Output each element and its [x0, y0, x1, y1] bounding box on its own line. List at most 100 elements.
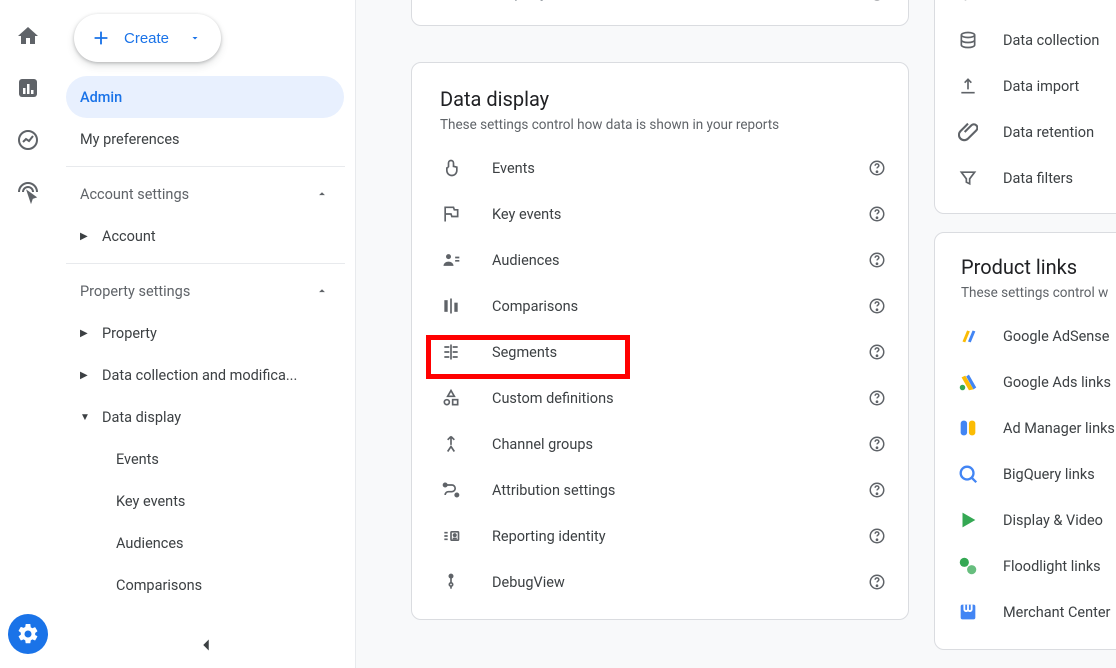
sidebar-item-data-display[interactable]: ▼ Data display — [66, 396, 345, 438]
row-segments[interactable]: Segments — [412, 329, 908, 375]
data-display-card: Data display These settings control how … — [411, 62, 909, 620]
row-events[interactable]: Events — [412, 145, 908, 191]
help-icon[interactable] — [868, 573, 886, 591]
help-icon[interactable] — [868, 205, 886, 223]
divider — [66, 263, 345, 264]
compare-icon — [440, 295, 462, 317]
row-merchant-center[interactable]: Merchant Center — [935, 589, 1116, 635]
row-comparisons[interactable]: Comparisons — [412, 283, 908, 329]
help-icon[interactable] — [868, 527, 886, 545]
card-description: These settings control how data is shown… — [412, 117, 908, 145]
row-label: Data retention — [1003, 124, 1106, 141]
sidebar-item-comparisons[interactable]: Comparisons — [66, 564, 345, 606]
trend-circle-icon[interactable] — [16, 128, 40, 152]
section-account-settings[interactable]: Account settings — [66, 173, 345, 215]
sidebar-item-label: Events — [116, 451, 159, 468]
database-icon — [957, 29, 979, 51]
ad-manager-icon — [957, 417, 979, 439]
nav-admin[interactable]: Admin — [66, 76, 344, 118]
help-icon[interactable] — [868, 389, 886, 407]
touch-icon — [440, 157, 462, 179]
row-display-video[interactable]: Display & Video — [935, 497, 1116, 543]
clip-icon — [957, 121, 979, 143]
help-icon[interactable] — [868, 481, 886, 499]
row-data-collection[interactable]: Data collection — [935, 17, 1116, 63]
sidebar-item-key-events[interactable]: Key events — [66, 480, 345, 522]
row-label: Reporting identity — [492, 528, 838, 545]
help-icon[interactable] — [868, 297, 886, 315]
help-icon[interactable] — [868, 159, 886, 177]
adsense-icon — [957, 325, 979, 347]
section-property-settings[interactable]: Property settings — [66, 270, 345, 312]
property-icon — [440, 0, 462, 4]
divider — [66, 166, 345, 167]
property-details-card: Property details — [411, 0, 909, 26]
flag-icon — [440, 203, 462, 225]
right-column: Data streams Data collection Data import… — [934, 0, 1116, 668]
help-icon[interactable] — [868, 0, 886, 2]
filter-icon — [957, 167, 979, 189]
data-card-right: Data streams Data collection Data import… — [934, 0, 1116, 214]
row-data-import[interactable]: Data import — [935, 63, 1116, 109]
collapse-sidebar-button[interactable] — [195, 634, 217, 656]
row-data-filters[interactable]: Data filters — [935, 155, 1116, 201]
settings-fab[interactable] — [8, 614, 48, 654]
row-label: Property details — [492, 0, 838, 2]
chevron-down-icon: ▼ — [80, 412, 90, 423]
row-reporting-identity[interactable]: Reporting identity — [412, 513, 908, 559]
merge-icon — [440, 433, 462, 455]
sidebar-item-events[interactable]: Events — [66, 438, 345, 480]
row-label: Floodlight links — [1003, 558, 1106, 575]
bar-chart-icon[interactable] — [16, 76, 40, 100]
row-label: Data collection — [1003, 32, 1106, 49]
help-icon[interactable] — [868, 251, 886, 269]
row-data-retention[interactable]: Data retention — [935, 109, 1116, 155]
row-label: Attribution settings — [492, 482, 838, 499]
google-ads-icon — [957, 371, 979, 393]
create-button[interactable]: Create — [74, 14, 221, 62]
row-bigquery[interactable]: BigQuery links — [935, 451, 1116, 497]
card-description: These settings control w — [935, 285, 1116, 313]
row-label: BigQuery links — [1003, 466, 1106, 483]
section-account-title: Account settings — [80, 186, 189, 203]
row-adsense[interactable]: Google AdSense — [935, 313, 1116, 359]
help-icon[interactable] — [868, 435, 886, 453]
create-label: Create — [124, 30, 169, 47]
sidebar-item-label: Audiences — [116, 535, 184, 552]
chevron-right-icon: ▶ — [80, 328, 90, 339]
nav-preferences[interactable]: My preferences — [66, 118, 344, 160]
row-label: Key events — [492, 206, 838, 223]
chevron-right-icon: ▶ — [80, 231, 90, 242]
row-google-ads[interactable]: Google Ads links — [935, 359, 1116, 405]
sidebar-item-property[interactable]: ▶ Property — [66, 312, 345, 354]
row-property-details[interactable]: Property details — [412, 0, 908, 15]
row-data-streams[interactable]: Data streams — [935, 0, 1116, 17]
sidebar-item-label: Comparisons — [116, 577, 202, 594]
row-label: Segments — [492, 344, 838, 361]
sidebar-item-account[interactable]: ▶ Account — [66, 215, 345, 257]
card-title: Product links — [935, 233, 1116, 285]
row-audiences[interactable]: Audiences — [412, 237, 908, 283]
row-label: Data import — [1003, 78, 1106, 95]
gear-icon — [16, 622, 40, 646]
row-floodlight[interactable]: Floodlight links — [935, 543, 1116, 589]
home-icon[interactable] — [16, 24, 40, 48]
sidebar-item-data-collection[interactable]: ▶ Data collection and modifica... — [66, 354, 345, 396]
chevron-up-icon — [315, 284, 329, 298]
target-cursor-icon[interactable] — [16, 180, 40, 204]
debug-icon — [440, 571, 462, 593]
row-custom-definitions[interactable]: Custom definitions — [412, 375, 908, 421]
row-label: DebugView — [492, 574, 838, 591]
bigquery-icon — [957, 463, 979, 485]
sidebar-item-label: Data collection and modifica... — [102, 367, 297, 384]
row-attribution[interactable]: Attribution settings — [412, 467, 908, 513]
help-icon[interactable] — [868, 343, 886, 361]
row-key-events[interactable]: Key events — [412, 191, 908, 237]
row-label: Display & Video — [1003, 512, 1106, 529]
floodlight-icon — [957, 555, 979, 577]
row-ad-manager[interactable]: Ad Manager links — [935, 405, 1116, 451]
sidebar-item-audiences[interactable]: Audiences — [66, 522, 345, 564]
row-channel-groups[interactable]: Channel groups — [412, 421, 908, 467]
row-debugview[interactable]: DebugView — [412, 559, 908, 605]
sidebar-item-label: Key events — [116, 493, 185, 510]
